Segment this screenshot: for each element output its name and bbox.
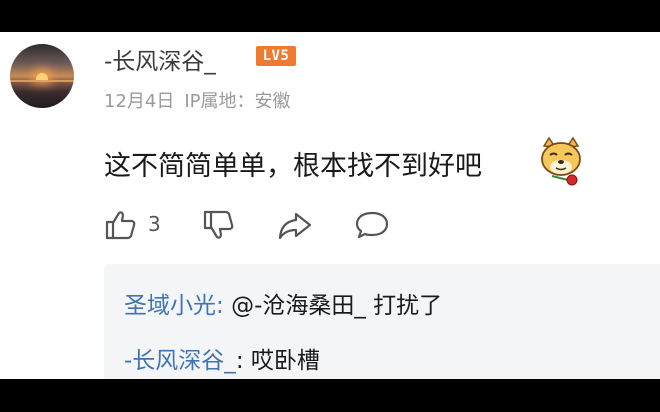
comment-date: 12月4日	[104, 91, 175, 112]
level-badge: LV5	[256, 46, 296, 66]
reply-separator: :	[216, 293, 232, 319]
reply-separator: :	[235, 348, 251, 374]
avatar-sun	[36, 73, 48, 80]
reply-text: 哎卧槽	[250, 348, 320, 374]
reply-author[interactable]: 圣域小光	[124, 293, 216, 319]
avatar-horizon	[10, 80, 74, 82]
comment-panel: -长风深谷_ LV5 12月4日 IP属地：安徽 这不简简单单，根本找不到好吧 3	[0, 32, 660, 379]
thumbs-down-icon[interactable]	[202, 208, 236, 242]
ip-location: IP属地：安徽	[184, 91, 291, 112]
doge-rose-emoji-icon	[541, 136, 581, 186]
reply-author[interactable]: -长风深谷_	[124, 348, 236, 374]
share-icon[interactable]	[276, 208, 314, 242]
username[interactable]: -长风深谷_	[104, 42, 216, 76]
reply-text: @-沧海桑田_ 打扰了	[231, 293, 443, 319]
replies-box[interactable]: 圣域小光: @-沧海桑田_ 打扰了 -长风深谷_: 哎卧槽	[104, 264, 660, 379]
reply-bubble-icon[interactable]	[354, 208, 390, 242]
comment-text: 这不简简单单，根本找不到好吧	[104, 151, 482, 182]
reply-item[interactable]: 圣域小光: @-沧海桑田_ 打扰了	[124, 286, 442, 320]
reply-item[interactable]: -长风深谷_: 哎卧槽	[124, 341, 320, 375]
thumbs-up-icon[interactable]	[104, 208, 138, 242]
like-count: 3	[148, 212, 161, 236]
avatar[interactable]	[10, 44, 74, 108]
comment-meta: 12月4日 IP属地：安徽	[104, 87, 291, 113]
